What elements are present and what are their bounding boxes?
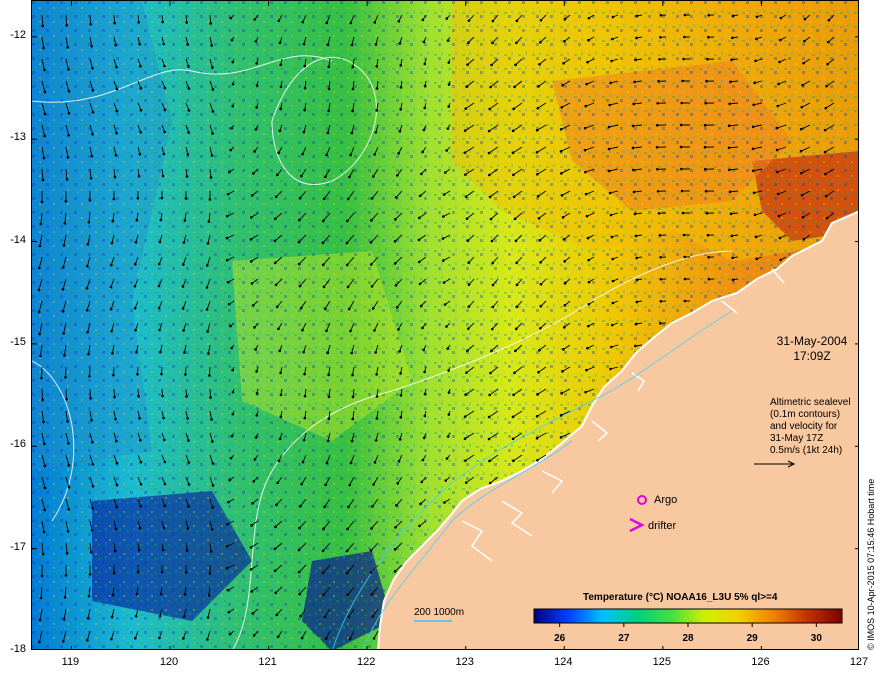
longitude-tick-label: 122 — [356, 656, 376, 668]
latitude-tick-label: -17 — [10, 540, 26, 553]
longitude-tick-label: 119 — [61, 656, 80, 668]
sst-map — [32, 1, 858, 649]
longitude-tick-label: 126 — [751, 656, 770, 668]
drifter-label: drifter — [648, 520, 677, 532]
altimetry-line-2: (0.1m contours) — [770, 409, 841, 420]
longitude-tick-label: 121 — [258, 656, 277, 668]
time-line: 17:09Z — [793, 349, 831, 363]
longitude-tick-label: 127 — [849, 656, 869, 668]
colorbar-tick-label: 30 — [810, 633, 822, 644]
longitude-tick-label: 123 — [455, 656, 474, 668]
date-line: 31-May-2004 — [776, 334, 848, 348]
altimetry-line-1: Altimetric sealevel — [770, 397, 851, 408]
altimetry-line-3: and velocity for — [770, 421, 838, 432]
latitude-tick-label: -14 — [10, 233, 26, 246]
altimetry-line-5: 0.5m/s (1kt 24h) — [770, 445, 843, 456]
date-stamp: 31-May-2004 17:09Z — [767, 334, 857, 364]
colorbar-tick-label: 26 — [554, 633, 566, 644]
credit-text: © IMOS 10-Apr-2015 07:15:46 Hobart time — [866, 478, 876, 650]
latitude-tick-label: -18 — [10, 643, 26, 655]
colorbar-tick-label: 29 — [746, 633, 758, 644]
altimetry-line-4: 31-May 17Z — [770, 433, 824, 444]
colorbar-tick-label: 28 — [682, 633, 694, 644]
depth-legend-label: 200 1000m — [414, 607, 465, 618]
longitude-tick-label: 120 — [159, 656, 179, 668]
argo-label: Argo — [654, 494, 678, 506]
colorbar-bar — [533, 608, 843, 624]
colorbar-title: Temperature (°C) NOAA16_L3U 5% ql>=4 — [583, 592, 778, 603]
latitude-tick-label: -13 — [10, 131, 26, 144]
latitude-tick-label: -15 — [10, 335, 26, 348]
sst-map-panel: 31-May-2004 17:09Z Altimetric sealevel (… — [31, 0, 859, 650]
longitude-tick-label: 125 — [652, 656, 672, 668]
altimetry-note: Altimetric sealevel (0.1m contours) and … — [770, 397, 851, 457]
latitude-tick-label: -12 — [10, 28, 26, 41]
colorbar-tick-label: 27 — [618, 633, 630, 644]
latitude-tick-label: -16 — [10, 438, 26, 451]
longitude-tick-label: 124 — [554, 656, 573, 668]
